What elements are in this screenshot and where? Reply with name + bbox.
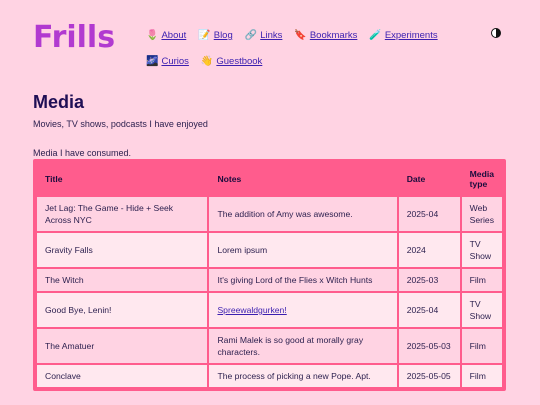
table-header-row: Title Notes Date Media type — [37, 163, 502, 195]
nav-link-links[interactable]: Links — [260, 30, 282, 41]
cell-notes: It's giving Lord of the Flies x Witch Hu… — [209, 269, 397, 291]
theme-toggle-icon[interactable] — [491, 28, 501, 38]
cell-type: Film — [461, 329, 502, 363]
test-tube-icon: 🧪 — [369, 30, 382, 41]
cell-date: 2025-03 — [398, 269, 460, 291]
table-row: Good Bye, Lenin! Spreewaldgurken! 2025-0… — [37, 293, 502, 327]
nav-link-curios[interactable]: Curios — [161, 56, 188, 67]
cell-type: Web Series — [461, 197, 502, 231]
cell-date: 2025-04 — [398, 197, 460, 231]
cell-date: 2025-05-03 — [398, 329, 460, 363]
nav-link-bookmarks[interactable]: Bookmarks — [310, 30, 358, 41]
milky-way-icon: 🌌 — [146, 56, 159, 67]
media-table: Title Notes Date Media type Jet Lag: The… — [35, 161, 504, 389]
memo-icon: 📝 — [198, 30, 211, 41]
nav-link-guestbook[interactable]: Guestbook — [216, 56, 262, 67]
header-title: Title — [37, 163, 208, 195]
cell-type: TV Show — [461, 233, 502, 267]
page-title: Media — [33, 92, 85, 112]
link-icon: 🔗 — [244, 30, 258, 41]
header-media-type: Media type — [461, 163, 502, 195]
notes-link[interactable]: Spreewaldgurken! — [217, 305, 286, 315]
cell-title: The Amatuer — [37, 329, 208, 363]
table-row: The Amatuer Rami Malek is so good at mor… — [37, 329, 502, 363]
nav-item-bookmarks[interactable]: 🔖 Bookmarks — [294, 30, 357, 41]
bookmark-icon: 🔖 — [294, 30, 307, 41]
cell-title: Gravity Falls — [37, 233, 208, 267]
nav-item-blog[interactable]: 📝 Blog — [198, 30, 232, 41]
cell-notes: Lorem ipsum — [209, 233, 397, 267]
nav-item-guestbook[interactable]: 👋 Guestbook — [201, 56, 262, 67]
table-row: The Witch It's giving Lord of the Flies … — [37, 269, 502, 291]
cell-notes: Spreewaldgurken! — [209, 293, 397, 327]
cell-notes: Rami Malek is so good at morally gray ch… — [209, 329, 397, 363]
nav-item-experiments[interactable]: 🧪 Experiments — [369, 30, 437, 41]
nav-item-curios[interactable]: 🌌 Curios — [146, 56, 189, 67]
cell-type: TV Show — [461, 293, 502, 327]
cell-notes: The process of picking a new Pope. Apt. — [209, 365, 397, 387]
nav-link-blog[interactable]: Blog — [214, 30, 233, 41]
header-notes: Notes — [209, 163, 397, 195]
nav-row-2: 🌌 Curios 👋 Guestbook — [146, 56, 486, 82]
media-table-container: Title Notes Date Media type Jet Lag: The… — [33, 159, 506, 391]
cell-type: Film — [461, 269, 502, 291]
table-row: Jet Lag: The Game - Hide + Seek Across N… — [37, 197, 502, 231]
site-logo[interactable]: Frills — [33, 20, 115, 55]
nav-item-links[interactable]: 🔗 Links — [245, 30, 283, 41]
main-nav: 🌷 About 📝 Blog 🔗 Links 🔖 Bookmarks 🧪 Exp… — [146, 30, 486, 82]
nav-row-1: 🌷 About 📝 Blog 🔗 Links 🔖 Bookmarks 🧪 Exp… — [146, 30, 486, 56]
cell-title: Good Bye, Lenin! — [37, 293, 208, 327]
nav-link-about[interactable]: About — [161, 30, 186, 41]
cell-type: Film — [461, 365, 502, 387]
tulip-icon: 🌷 — [146, 30, 159, 41]
table-caption: Media I have consumed. — [33, 148, 132, 158]
cell-date: 2025-04 — [398, 293, 460, 327]
nav-link-experiments[interactable]: Experiments — [385, 30, 438, 41]
cell-notes: The addition of Amy was awesome. — [209, 197, 397, 231]
cell-title: The Witch — [37, 269, 208, 291]
header-date: Date — [398, 163, 460, 195]
waving-hand-icon: 👋 — [200, 56, 214, 67]
table-row: Gravity Falls Lorem ipsum 2024 TV Show — [37, 233, 502, 267]
cell-title: Jet Lag: The Game - Hide + Seek Across N… — [37, 197, 208, 231]
cell-date: 2024 — [398, 233, 460, 267]
cell-date: 2025-05-05 — [398, 365, 460, 387]
page-subtitle: Movies, TV shows, podcasts I have enjoye… — [33, 119, 208, 129]
table-row: Conclave The process of picking a new Po… — [37, 365, 502, 387]
nav-item-about[interactable]: 🌷 About — [146, 30, 186, 41]
cell-title: Conclave — [37, 365, 208, 387]
